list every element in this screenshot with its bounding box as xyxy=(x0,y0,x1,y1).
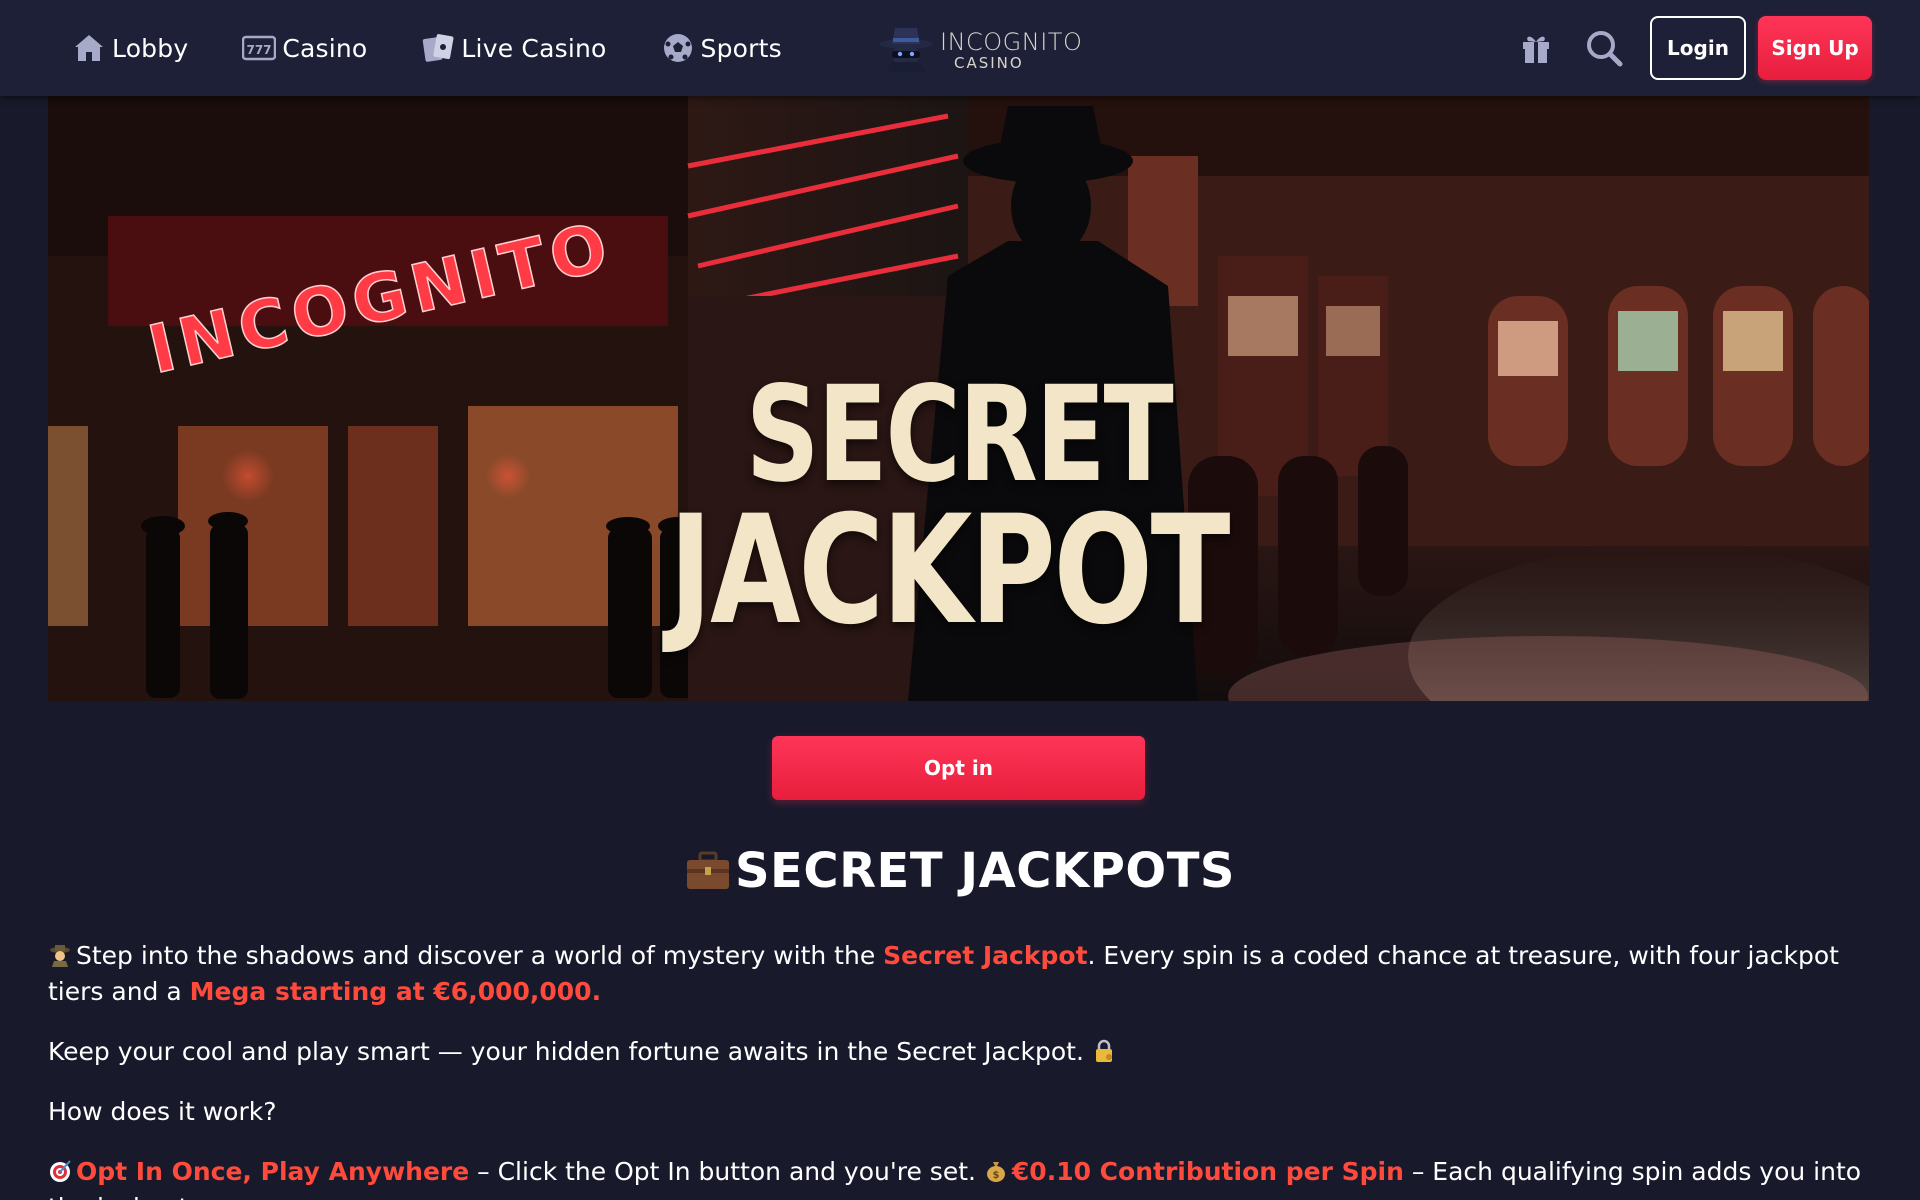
svg-text:$: $ xyxy=(992,1170,999,1181)
target-icon xyxy=(48,1157,72,1182)
logo-name: INCOGNITO xyxy=(940,27,1083,56)
nav-sports-label: Sports xyxy=(700,33,782,63)
paragraph-intro: Step into the shadows and discover a wor… xyxy=(48,938,1878,1010)
step-text-1: – Click the Opt In button and you're set… xyxy=(469,1157,984,1186)
banner-title-line2: JACKPOT xyxy=(668,484,1231,658)
page-heading-text: SECRET JACKPOTS xyxy=(734,843,1235,899)
step-contribution: €0.10 Contribution per Spin xyxy=(1011,1157,1404,1186)
home-icon xyxy=(72,31,106,65)
paragraph-how: How does it work? xyxy=(48,1097,277,1126)
cool-text: Keep your cool and play smart — your hid… xyxy=(48,1037,1084,1066)
nav-lobby-label: Lobby xyxy=(112,33,189,63)
top-header: Lobby 777 Casino Live Casino Sports INCO… xyxy=(0,0,1920,96)
intro-highlight-mega: Mega starting at €6,000,000. xyxy=(189,977,602,1006)
detective-icon xyxy=(48,941,72,967)
intro-highlight-secret-jackpot: Secret Jackpot xyxy=(883,941,1088,970)
header-actions: Login Sign Up xyxy=(1514,16,1872,80)
nav-casino-label: Casino xyxy=(282,33,368,63)
gift-icon[interactable] xyxy=(1514,26,1558,70)
promo-description: Step into the shadows and discover a wor… xyxy=(48,938,1878,1200)
paragraph-steps: Opt In Once, Play Anywhere – Click the O… xyxy=(48,1154,1878,1200)
main-nav: Lobby 777 Casino Live Casino Sports xyxy=(72,0,836,96)
money-bag-icon: $ xyxy=(984,1157,1008,1182)
page-heading: SECRET JACKPOTS xyxy=(0,843,1920,903)
spy-hat-icon xyxy=(878,24,934,76)
nav-live-casino[interactable]: Live Casino xyxy=(421,31,606,65)
nav-casino[interactable]: 777 Casino xyxy=(242,31,367,65)
paragraph-cool: Keep your cool and play smart — your hid… xyxy=(48,1034,1878,1070)
login-button[interactable]: Login xyxy=(1650,16,1746,80)
briefcase-icon xyxy=(685,847,731,903)
step-opt-in-once: Opt In Once, Play Anywhere xyxy=(76,1157,470,1186)
slot-777-icon: 777 xyxy=(242,31,277,65)
opt-in-button[interactable]: Opt in xyxy=(772,736,1145,800)
nav-sports[interactable]: Sports xyxy=(661,31,782,65)
intro-text-1: Step into the shadows and discover a wor… xyxy=(76,941,884,970)
svg-text:777: 777 xyxy=(247,43,272,57)
search-icon[interactable] xyxy=(1582,26,1626,70)
promo-banner: INCOGNITO SECRET JACKPOT xyxy=(48,96,1869,701)
signup-button[interactable]: Sign Up xyxy=(1758,16,1872,80)
casino-logo[interactable]: INCOGNITO CASINO xyxy=(878,24,1082,76)
locked-key-icon xyxy=(1092,1037,1116,1062)
logo-subtitle: CASINO xyxy=(954,53,1024,72)
playing-cards-icon xyxy=(421,31,455,65)
nav-lobby[interactable]: Lobby xyxy=(72,31,188,65)
soccer-ball-icon xyxy=(661,31,695,65)
nav-live-casino-label: Live Casino xyxy=(461,33,607,63)
